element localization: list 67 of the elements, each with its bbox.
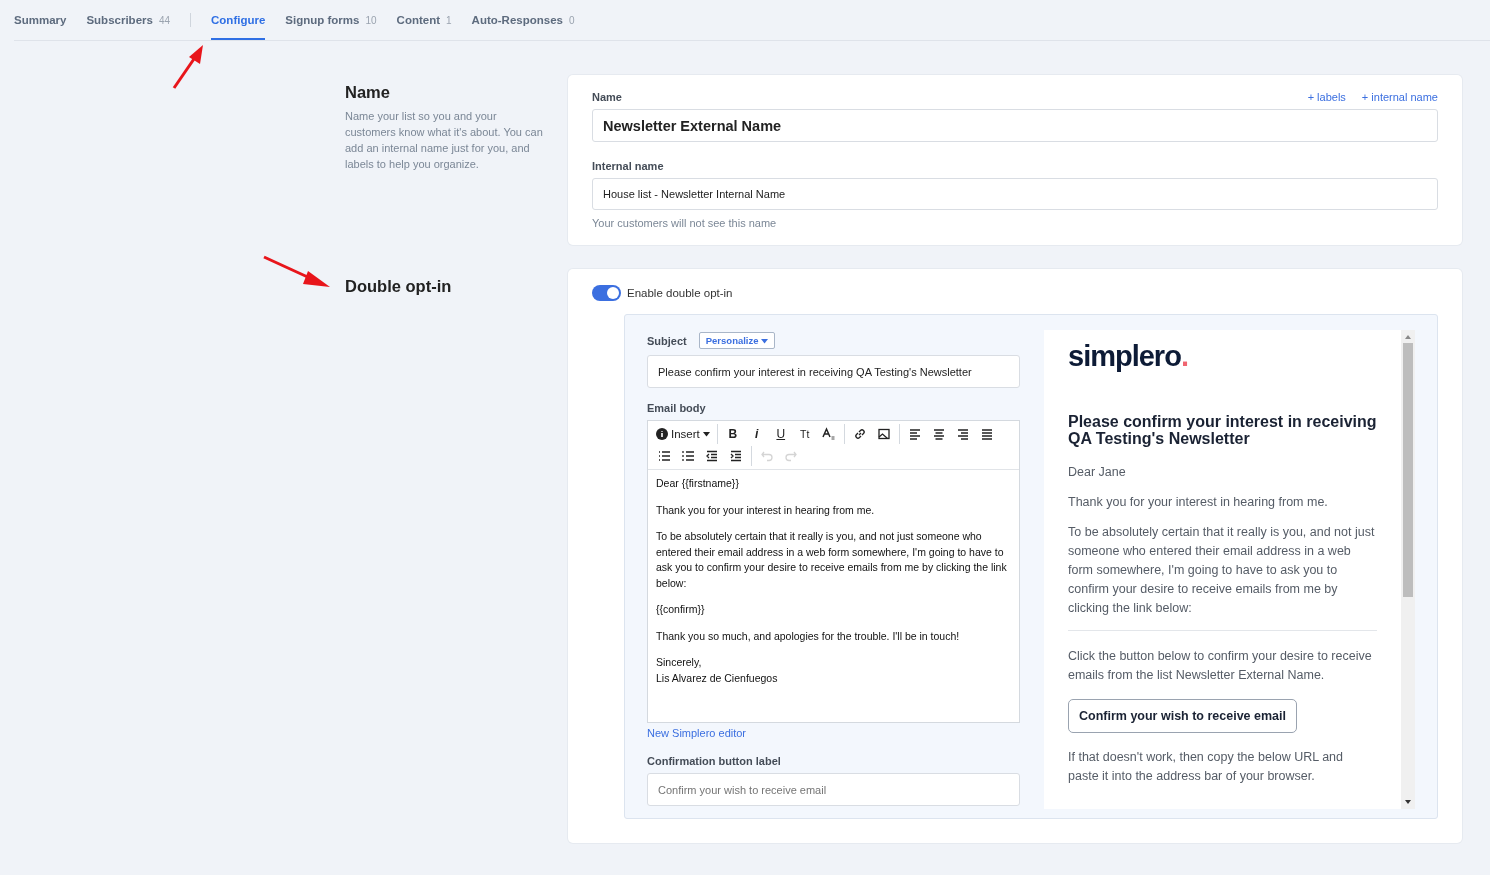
field-label: Name bbox=[592, 91, 622, 103]
email-body-text: Thank you for your interest in hearing from me. bbox=[656, 502, 876, 518]
toggle-switch[interactable] bbox=[592, 285, 621, 301]
section-description: Name your list so you and your customers know what it's about. You can add an internal name just for you, and labels to help you organize. bbox=[345, 109, 544, 172]
preview-text: If that doesn't work, then copy the below URL and paste it into the address bar of your browser. bbox=[1068, 749, 1344, 785]
tab-count: 10 bbox=[365, 14, 377, 26]
scroll-down-icon[interactable] bbox=[1404, 798, 1412, 806]
outdent-icon bbox=[705, 449, 719, 463]
internal-name-field[interactable]: House list - Newsletter Internal Name bbox=[592, 178, 1438, 210]
personalize-dropdown[interactable]: Personalize bbox=[698, 332, 776, 349]
field-label: Email body bbox=[647, 402, 707, 414]
bold-button[interactable]: B bbox=[720, 424, 745, 444]
tab-count: 1 bbox=[446, 14, 452, 26]
field-label: Internal name bbox=[592, 160, 665, 172]
underline-button[interactable]: U bbox=[768, 424, 793, 444]
insert-menu[interactable]: Insert bbox=[652, 424, 714, 444]
field-hint: Your customers will not see this name bbox=[592, 217, 778, 229]
tab[interactable]: Signup forms 10 bbox=[285, 0, 377, 40]
info-icon bbox=[656, 428, 668, 440]
tab[interactable]: Summary bbox=[14, 0, 67, 40]
italic-button[interactable]: i bbox=[744, 424, 769, 444]
bullets-icon bbox=[657, 449, 671, 463]
redo-icon bbox=[784, 449, 798, 463]
indent-icon bbox=[729, 449, 743, 463]
preview-text: Click the button below to confirm your desire to receive emails from the list Newsletter External Name. bbox=[1068, 648, 1373, 684]
toggle-label: Enable double opt-in bbox=[627, 287, 733, 299]
image-icon bbox=[876, 427, 891, 441]
email-body-text: Dear {{firstname}} bbox=[656, 476, 740, 491]
confirm-button[interactable]: Confirm your wish to receive email bbox=[1068, 699, 1297, 733]
subject-field[interactable]: Please confirm your interest in receiving QA Testing's Newsletter bbox=[647, 355, 1020, 388]
tab[interactable]: Content 1 bbox=[396, 0, 452, 40]
editor-link[interactable]: New Simplero editor bbox=[647, 727, 747, 739]
field-label: Confirmation button label bbox=[647, 755, 782, 767]
logo: simplero. bbox=[1068, 340, 1189, 373]
tab[interactable]: Subscribers 44 bbox=[86, 0, 171, 40]
preview-heading: Please confirm your interest in receiving QA Testing's Newsletter bbox=[1068, 413, 1377, 447]
tab-count: 44 bbox=[158, 14, 171, 26]
email-body-text: To be absolutely certain that it really is you, and not just someone who entered their email address in a web form somewhere, I'm going to have to ask you to confirm your desire to receive emails from me by clicking the link below: bbox=[656, 529, 1008, 591]
scrollbar[interactable] bbox=[1401, 330, 1415, 809]
font-size-button[interactable]: Tt bbox=[792, 424, 817, 444]
align-center-icon bbox=[931, 427, 946, 441]
section-title: Name bbox=[345, 83, 391, 102]
button-label-field[interactable]: Confirm your wish to receive email bbox=[647, 773, 1020, 806]
name-field[interactable]: Newsletter External Name bbox=[592, 109, 1438, 142]
preview-text: Thank you for your interest in hearing from me. bbox=[1068, 494, 1329, 511]
align-right-icon bbox=[955, 427, 970, 441]
text-format-icon bbox=[821, 427, 836, 441]
field-label: Subject bbox=[647, 334, 687, 347]
undo-icon bbox=[760, 449, 774, 463]
tab[interactable]: Configure bbox=[211, 0, 266, 40]
numbers-icon bbox=[681, 449, 695, 463]
email-body-text: Sincerely, Lis Alvarez de Cienfuegos bbox=[656, 655, 779, 686]
preview-text: To be absolutely certain that it really is you, and not just someone who entered their email address in a web form somewhere, I'm going to have to ask you to confirm your desire to receive emails from me by clicking the link below: bbox=[1068, 524, 1376, 617]
link-icon bbox=[852, 427, 867, 441]
email-body-text: Thank you so much, and apologies for the trouble. I'll be in touch! bbox=[656, 628, 961, 644]
email-body-text: {{confirm}} bbox=[656, 602, 706, 617]
caret-icon bbox=[761, 339, 769, 344]
preview-text: Dear Jane bbox=[1068, 464, 1127, 481]
caret-icon bbox=[702, 431, 710, 437]
scroll-up-icon[interactable] bbox=[1404, 333, 1412, 341]
tab-count: 0 bbox=[568, 14, 575, 26]
add-link[interactable]: + labels bbox=[1307, 91, 1346, 103]
align-left-icon bbox=[907, 427, 922, 441]
justify-icon bbox=[979, 427, 994, 441]
add-link[interactable]: + internal name bbox=[1361, 91, 1438, 103]
section-title: Double opt-in bbox=[345, 277, 453, 296]
tab[interactable]: Auto-Responses 0 bbox=[471, 0, 575, 40]
